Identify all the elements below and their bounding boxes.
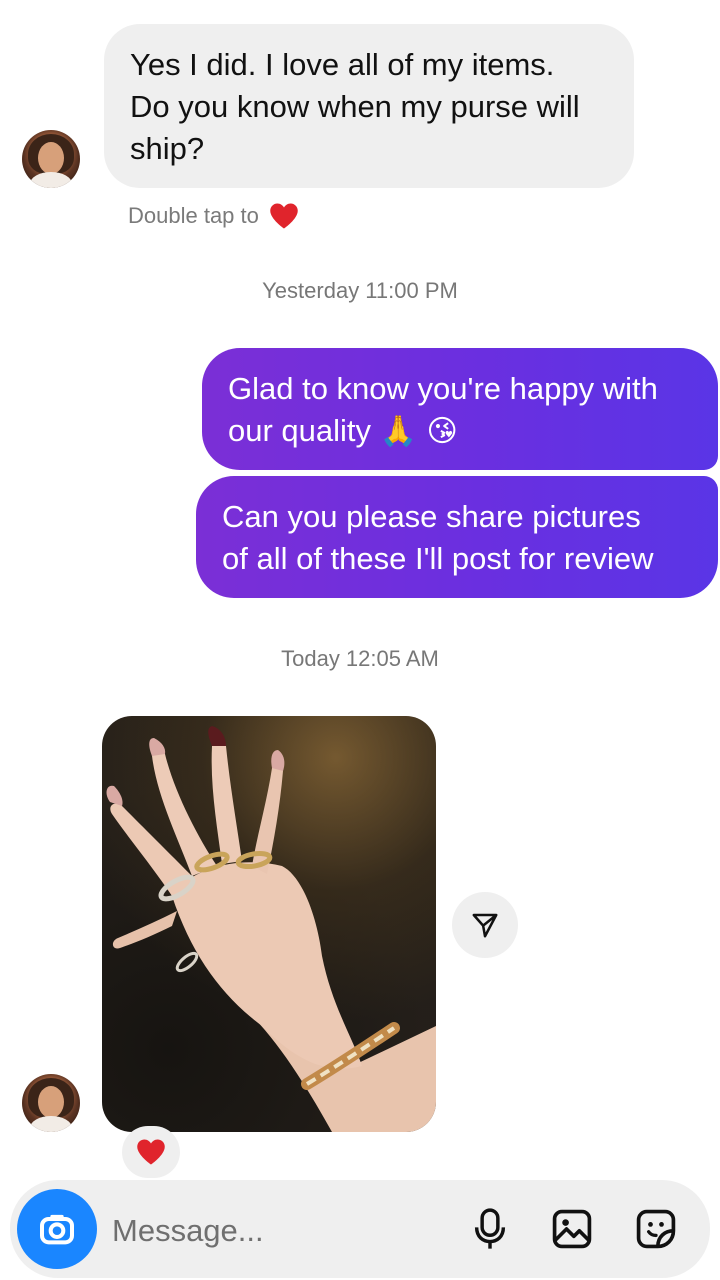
image-icon <box>550 1207 594 1251</box>
heart-icon <box>136 1138 166 1166</box>
outgoing-message-1-text: our quality <box>228 413 372 448</box>
gallery-button[interactable] <box>546 1203 598 1255</box>
outgoing-message-1-line-1: Glad to know you're happy with <box>228 371 658 406</box>
outgoing-message-bubble-2[interactable]: Can you please share pictures of all of … <box>196 476 718 598</box>
microphone-icon <box>471 1207 509 1251</box>
incoming-message-line-2: Do you know when my purse will <box>130 89 580 124</box>
photo-reaction-badge[interactable] <box>122 1126 180 1178</box>
outgoing-message-1-line-2: our quality 🙏 😘 <box>228 410 694 453</box>
message-input[interactable] <box>110 1208 444 1254</box>
hand-with-rings-image <box>106 726 436 1132</box>
incoming-message-line-3: ship? <box>130 131 205 166</box>
paper-plane-icon <box>470 910 500 940</box>
camera-button[interactable] <box>17 1189 97 1269</box>
message-composer <box>10 1180 710 1278</box>
share-button[interactable] <box>452 892 518 958</box>
sticker-button[interactable] <box>630 1203 682 1255</box>
outgoing-message-2-line-2: of all of these I'll post for review <box>222 541 654 576</box>
sender-avatar[interactable] <box>22 130 80 188</box>
photo-message[interactable] <box>102 716 436 1132</box>
sticker-icon <box>634 1207 678 1251</box>
incoming-message-bubble[interactable]: Yes I did. I love all of my items. Do yo… <box>104 24 634 188</box>
outgoing-message-2-line-1: Can you please share pictures <box>222 499 641 534</box>
incoming-message-line-1: Yes I did. I love all of my items. <box>130 47 555 82</box>
emoji-icon: 🙏 😘 <box>379 414 458 449</box>
timestamp-yesterday: Yesterday 11:00 PM <box>262 278 458 303</box>
heart-icon <box>269 202 299 230</box>
outgoing-message-bubble-1[interactable]: Glad to know you're happy with our quali… <box>202 348 718 470</box>
double-tap-hint: Double tap to <box>128 200 299 232</box>
sender-avatar-2[interactable] <box>22 1074 80 1132</box>
camera-icon <box>37 1209 77 1249</box>
microphone-button[interactable] <box>464 1203 516 1255</box>
double-tap-text: Double tap to <box>128 203 259 228</box>
timestamp-today: Today 12:05 AM <box>281 646 439 671</box>
